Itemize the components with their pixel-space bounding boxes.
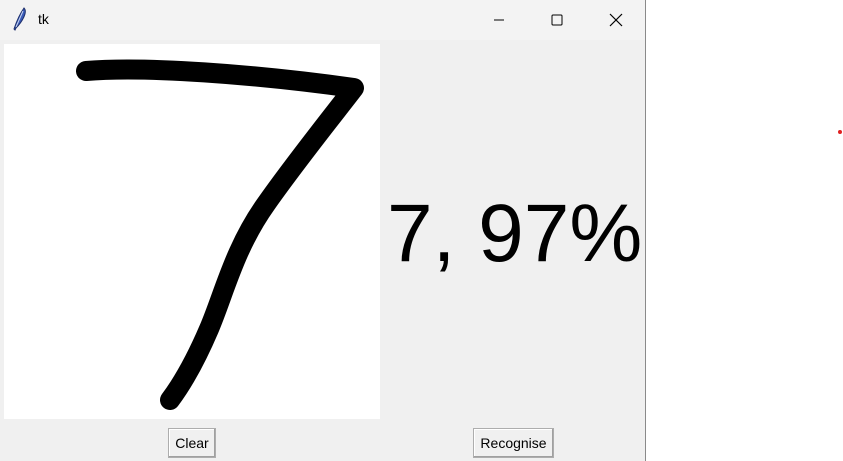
maximize-icon — [551, 14, 563, 26]
title-bar[interactable]: tk — [0, 0, 645, 40]
prediction-result: 7, 97% — [387, 188, 643, 279]
clear-button[interactable]: Clear — [168, 428, 216, 458]
drawing-canvas[interactable] — [4, 44, 380, 419]
indicator-dot — [838, 130, 842, 134]
recognise-button[interactable]: Recognise — [473, 428, 554, 458]
window-title: tk — [38, 11, 49, 27]
handwritten-digit-stroke — [76, 59, 364, 410]
minimize-icon — [493, 14, 505, 26]
close-button[interactable] — [587, 0, 645, 40]
close-icon — [609, 13, 623, 27]
feather-icon — [10, 6, 30, 32]
minimize-button[interactable] — [470, 0, 528, 40]
maximize-button[interactable] — [528, 0, 586, 40]
app-window: tk 7, 97% Clear Recognise — [0, 0, 646, 461]
